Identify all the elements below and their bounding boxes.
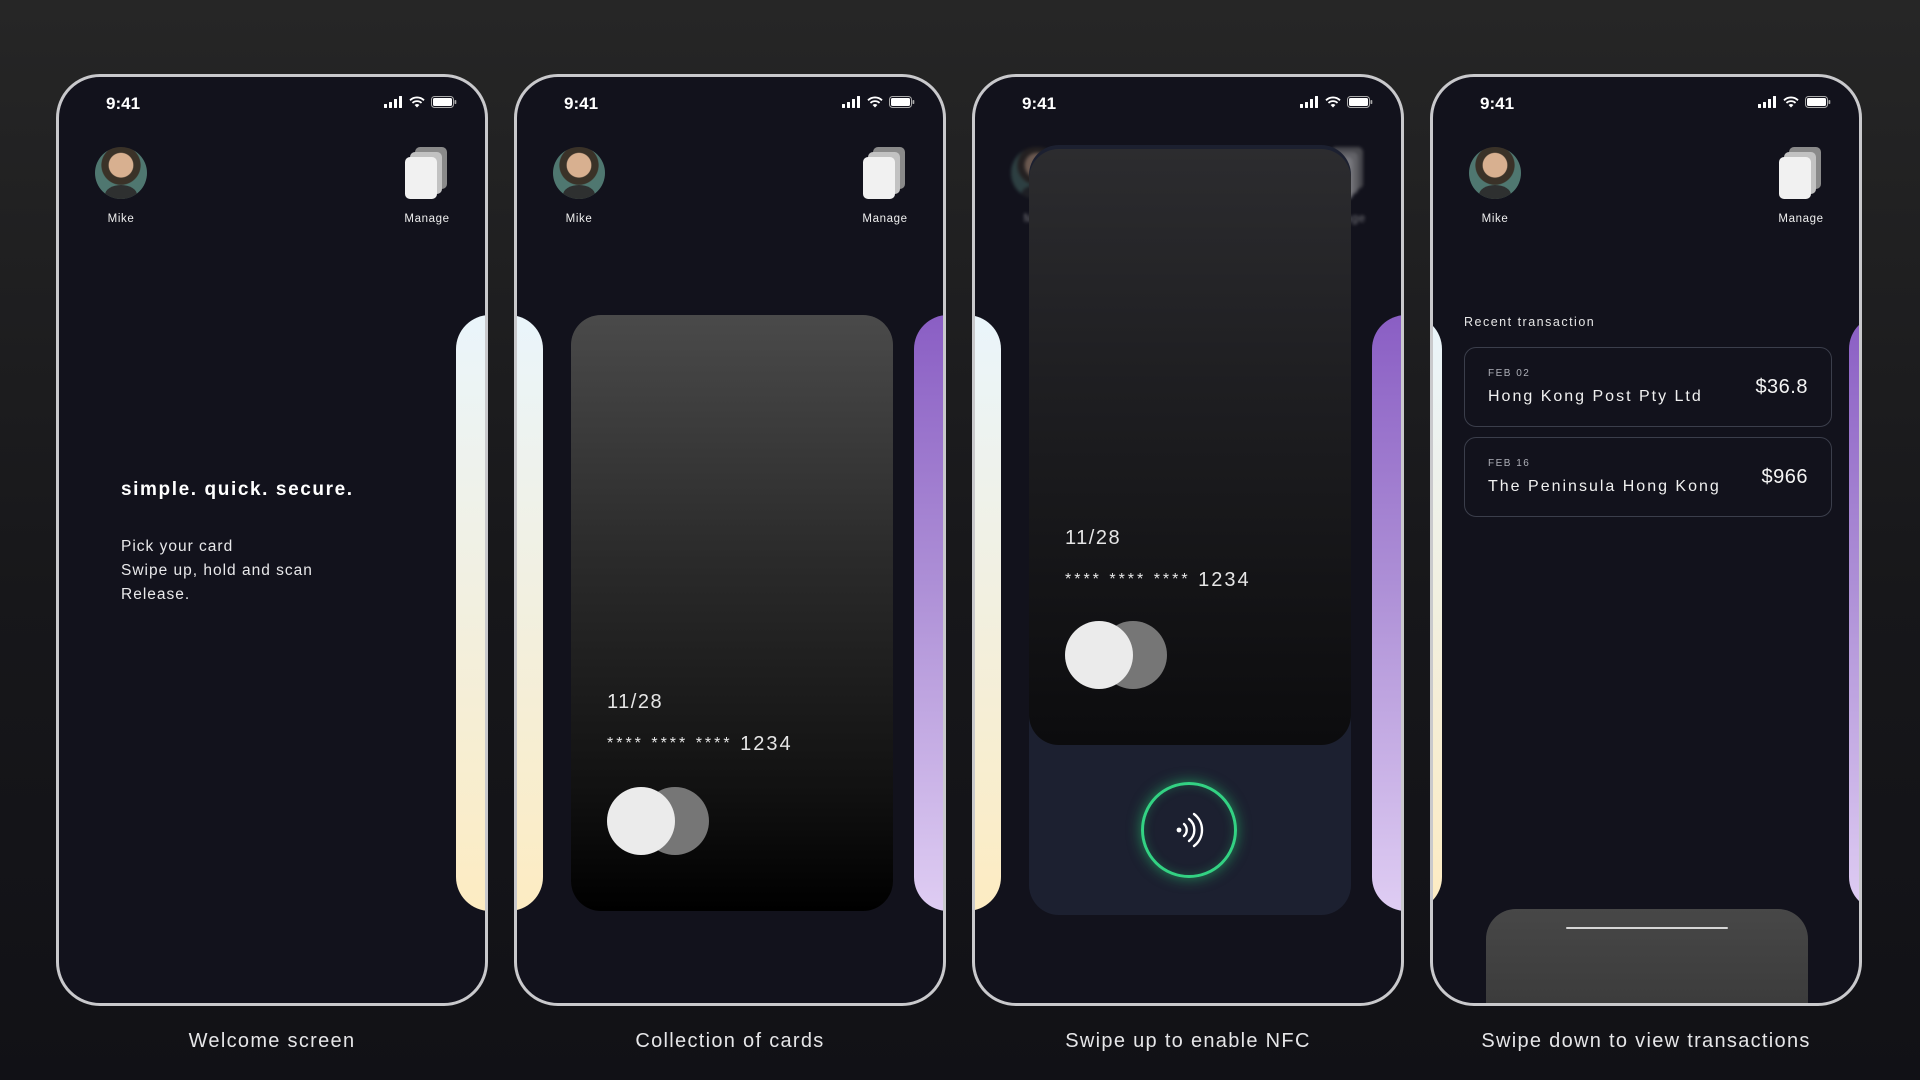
transaction-row[interactable]: FEB 02 Hong Kong Post Pty Ltd $36.8: [1464, 347, 1832, 427]
step-3: Release.: [121, 586, 191, 603]
phone-frame-transactions: 9:41 Mike Manage Recent transaction FEB …: [1430, 74, 1862, 1006]
nfc-activate-button[interactable]: [1141, 782, 1237, 878]
recent-transaction-title: Recent transaction: [1464, 315, 1596, 329]
raised-payment-card[interactable]: 11/28 **** **** **** 1234: [1029, 149, 1351, 745]
welcome-headline: simple. quick. secure.: [121, 479, 354, 500]
card-expiry: 11/28: [1065, 527, 1122, 549]
card-last4: 1234: [740, 733, 793, 755]
card-network-logo: [607, 787, 709, 855]
battery-icon: [431, 96, 457, 108]
cellular-signal-icon: [1758, 96, 1776, 108]
manage-label: Manage: [404, 213, 450, 225]
status-time: 9:41: [106, 94, 141, 113]
purple-card-peek[interactable]: [1372, 315, 1401, 911]
transaction-row[interactable]: FEB 16 The Peninsula Hong Kong $966: [1464, 437, 1832, 517]
purple-card-peek[interactable]: [914, 315, 943, 911]
transaction-amount: $966: [1761, 466, 1808, 488]
cellular-signal-icon: [1300, 96, 1318, 108]
avatar[interactable]: [95, 147, 147, 199]
status-bar: 9:41: [517, 92, 943, 116]
battery-icon: [889, 96, 915, 108]
user-profile[interactable]: Mike: [95, 147, 147, 225]
purple-card-peek[interactable]: [1849, 315, 1859, 911]
transaction-date: FEB 02: [1488, 368, 1531, 379]
status-bar: 9:41: [975, 92, 1401, 116]
pastel-card-peek[interactable]: [456, 315, 485, 911]
status-time: 9:41: [1022, 94, 1057, 113]
caption-welcome: Welcome screen: [188, 1030, 356, 1052]
caption-transactions: Swipe down to view transactions: [1481, 1030, 1811, 1052]
card-number-masked: **** **** ****: [607, 735, 733, 752]
step-1: Pick your card: [121, 538, 234, 555]
drawer-handle[interactable]: [1566, 927, 1728, 929]
user-profile[interactable]: Mike: [553, 147, 605, 225]
status-bar: 9:41: [59, 92, 485, 116]
phone-frame-nfc: 9:41 Mike Manage 11/28 **** **** **** 12…: [972, 74, 1404, 1006]
user-profile[interactable]: Mike: [1469, 147, 1521, 225]
card-expiry: 11/28: [607, 691, 664, 713]
card-number: **** **** **** 1234: [1065, 569, 1251, 592]
card-number-masked: **** **** ****: [1065, 571, 1191, 588]
cards-stack-icon[interactable]: [1779, 147, 1823, 199]
status-time: 9:41: [1480, 94, 1515, 113]
manage-cards-button[interactable]: Manage: [397, 147, 457, 225]
wifi-icon: [1325, 96, 1341, 108]
avatar[interactable]: [1469, 147, 1521, 199]
status-bar: 9:41: [1433, 92, 1859, 116]
wifi-icon: [867, 96, 883, 108]
user-name: Mike: [107, 213, 135, 225]
user-name: Mike: [565, 213, 593, 225]
cellular-signal-icon: [842, 96, 860, 108]
step-2: Swipe up, hold and scan: [121, 562, 313, 579]
card-number: **** **** **** 1234: [607, 733, 793, 756]
manage-cards-button[interactable]: Manage: [1771, 147, 1831, 225]
transaction-date: FEB 16: [1488, 458, 1531, 469]
selected-payment-card[interactable]: 11/28 **** **** **** 1234: [571, 315, 893, 911]
pastel-card-peek[interactable]: [517, 315, 543, 911]
transaction-merchant: Hong Kong Post Pty Ltd: [1488, 388, 1703, 405]
user-name: Mike: [1481, 213, 1509, 225]
nfc-contactless-icon: [1176, 812, 1204, 848]
cards-stack-icon[interactable]: [863, 147, 907, 199]
card-last4: 1234: [1198, 569, 1251, 591]
manage-cards-button[interactable]: Manage: [855, 147, 915, 225]
pastel-card-peek[interactable]: [975, 315, 1001, 911]
status-time: 9:41: [564, 94, 599, 113]
avatar[interactable]: [553, 147, 605, 199]
caption-nfc: Swipe up to enable NFC: [1065, 1030, 1311, 1052]
battery-icon: [1805, 96, 1831, 108]
phone-frame-collection: 9:41 Mike Manage 11/28 **** **** **** 12…: [514, 74, 946, 1006]
battery-icon: [1347, 96, 1373, 108]
wifi-icon: [1783, 96, 1799, 108]
phone-frame-welcome: 9:41 Mike Manage simple. quick. secure. …: [56, 74, 488, 1006]
manage-label: Manage: [1778, 213, 1824, 225]
card-drawer[interactable]: [1486, 909, 1808, 1003]
welcome-steps: Pick your card Swipe up, hold and scan R…: [121, 535, 313, 607]
cards-stack-icon[interactable]: [405, 147, 449, 199]
cellular-signal-icon: [384, 96, 402, 108]
manage-label: Manage: [862, 213, 908, 225]
transaction-amount: $36.8: [1755, 376, 1808, 398]
caption-collection: Collection of cards: [635, 1030, 825, 1052]
card-network-logo: [1065, 621, 1167, 689]
transaction-merchant: The Peninsula Hong Kong: [1488, 478, 1721, 495]
pastel-card-peek[interactable]: [1433, 315, 1442, 911]
wifi-icon: [409, 96, 425, 108]
